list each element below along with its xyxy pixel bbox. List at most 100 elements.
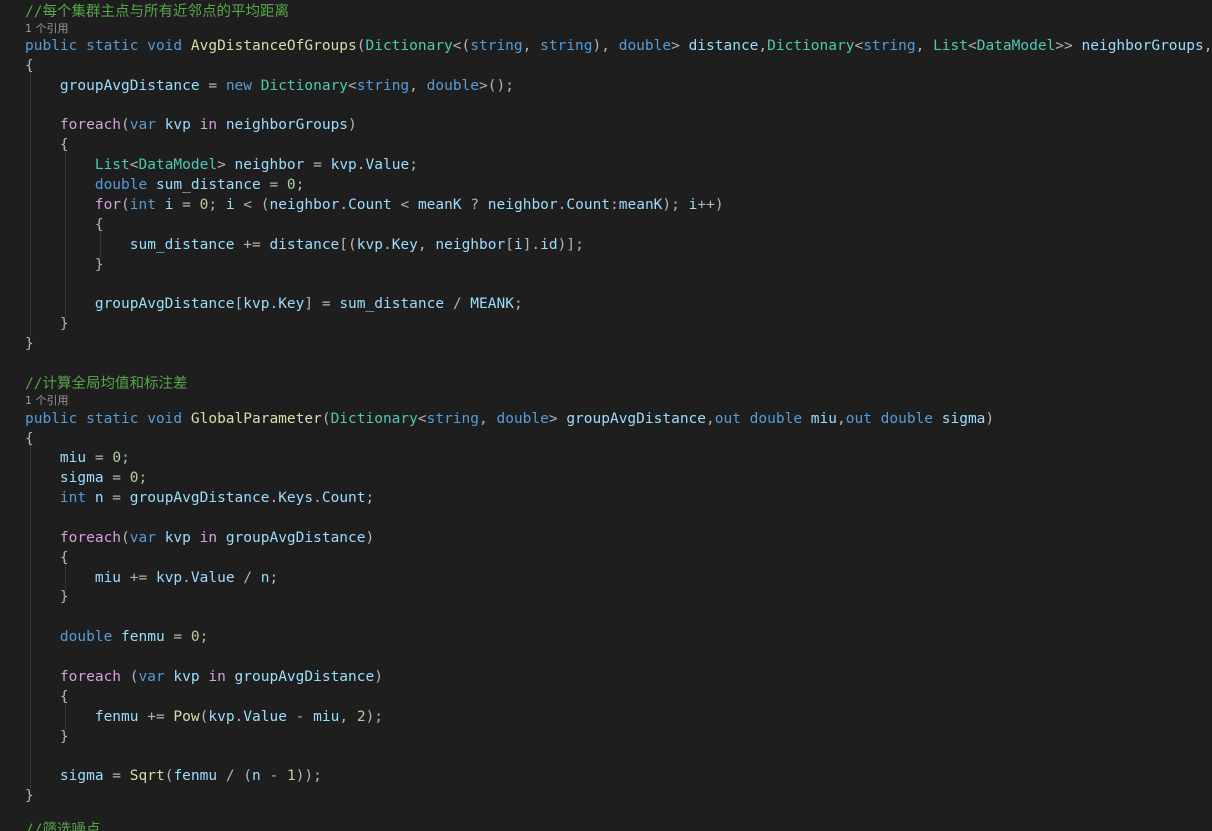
code-token: >> xyxy=(1055,38,1082,54)
code-token: void xyxy=(147,38,191,54)
code-token: kvp xyxy=(155,570,183,586)
code-line[interactable]: //计算全局均值和标注差 xyxy=(25,374,187,394)
code-token: ) xyxy=(348,117,357,133)
code-line[interactable]: { xyxy=(25,429,34,449)
code-token: DataModel xyxy=(976,38,1056,54)
code-token: = xyxy=(103,490,130,506)
code-token: Pow xyxy=(173,709,200,725)
code-line[interactable]: fenmu += Pow(kvp.Value - miu, 2); xyxy=(25,707,383,727)
code-token: public xyxy=(25,411,87,427)
code-token: double xyxy=(618,38,672,54)
code-line[interactable]: sigma = 0; xyxy=(25,468,147,488)
code-token: miu xyxy=(59,450,87,466)
code-token: = xyxy=(304,157,331,173)
code-token: Value xyxy=(190,570,235,586)
code-token: double xyxy=(749,411,811,427)
code-token: ) xyxy=(985,411,995,427)
code-token: } xyxy=(59,729,69,745)
code-line[interactable]: } xyxy=(25,786,34,806)
code-editor[interactable]: //每个集群主点与所有近邻点的平均距离 1 个引用 public static vo… xyxy=(0,0,1212,831)
code-token: sum_distance xyxy=(339,296,445,312)
code-token: foreach xyxy=(59,530,122,546)
code-line[interactable]: double sum_distance = 0; xyxy=(25,175,305,195)
code-line[interactable]: } xyxy=(25,255,104,275)
code-token: foreach xyxy=(59,669,130,685)
code-line[interactable]: foreach(var kvp in neighborGroups) xyxy=(25,115,357,135)
code-line[interactable]: } xyxy=(25,727,69,747)
code-line[interactable]: } xyxy=(25,587,69,607)
code-line[interactable]: miu = 0; xyxy=(25,448,130,468)
code-token: = xyxy=(260,177,287,193)
code-token: groupAvgDistance xyxy=(566,411,707,427)
code-line[interactable]: } xyxy=(25,314,69,334)
code-token: i xyxy=(225,197,235,213)
code-token: += xyxy=(234,237,270,253)
code-token: kvp xyxy=(173,669,209,685)
code-line[interactable]: sum_distance += distance[(kvp.Key, neigh… xyxy=(25,235,584,255)
codelens-reference-count[interactable]: 1 个引用 xyxy=(25,22,69,36)
code-line[interactable]: groupAvgDistance[kvp.Key] = sum_distance… xyxy=(25,294,523,314)
code-line[interactable]: public static void AvgDistanceOfGroups(D… xyxy=(25,36,1212,56)
code-line[interactable]: int n = groupAvgDistance.Keys.Count; xyxy=(25,488,374,508)
code-token: out xyxy=(845,411,881,427)
code-token: >(); xyxy=(479,78,514,94)
code-token: meanK xyxy=(618,197,663,213)
code-token: , xyxy=(409,78,427,94)
code-token: ( xyxy=(121,530,130,546)
code-token: var xyxy=(138,669,174,685)
code-token: += xyxy=(121,570,156,586)
code-token: ; xyxy=(365,490,375,506)
code-token: double xyxy=(426,78,480,94)
code-token: groupAvgDistance xyxy=(94,296,235,312)
code-token: var xyxy=(129,117,165,133)
code-token: MEANK xyxy=(470,296,514,312)
code-line[interactable]: foreach(var kvp in groupAvgDistance) xyxy=(25,528,374,548)
code-line[interactable]: { xyxy=(25,135,69,155)
code-token: < xyxy=(391,197,418,213)
code-line[interactable]: List<DataModel> neighbor = kvp.Value; xyxy=(25,155,418,175)
code-line[interactable]: double fenmu = 0; xyxy=(25,627,208,647)
code-token: Count xyxy=(321,490,366,506)
code-line[interactable]: //每个集群主点与所有近邻点的平均距离 xyxy=(25,2,289,22)
code-token: , xyxy=(479,411,497,427)
code-line[interactable]: public static void GlobalParameter(Dicti… xyxy=(25,409,994,429)
code-token: - xyxy=(260,768,287,784)
code-token: = xyxy=(164,629,191,645)
code-token: < xyxy=(967,38,977,54)
code-token: ; xyxy=(295,177,305,193)
code-line[interactable]: sigma = Sqrt(fenmu / (n - 1)); xyxy=(25,766,322,786)
code-line[interactable]: { xyxy=(25,687,69,707)
code-token: sigma xyxy=(59,470,104,486)
code-token: . xyxy=(313,490,322,506)
code-token: neighbor xyxy=(234,157,305,173)
codelens-reference-count[interactable]: 1 个引用 xyxy=(25,394,69,408)
code-line[interactable]: { xyxy=(25,56,34,76)
code-token: Keys xyxy=(278,490,314,506)
code-token: string xyxy=(470,38,523,54)
code-token: . xyxy=(356,157,366,173)
code-line[interactable]: } xyxy=(25,334,34,354)
code-line[interactable]: //筛选噪点 xyxy=(25,820,100,831)
code-token: sigma xyxy=(941,411,986,427)
code-line[interactable]: miu += kvp.Value / n; xyxy=(25,568,278,588)
code-token: < xyxy=(417,411,427,427)
code-token: Key xyxy=(278,296,305,312)
code-line[interactable]: { xyxy=(25,215,104,235)
code-line[interactable]: groupAvgDistance = new Dictionary<string… xyxy=(25,76,514,96)
code-token: [( xyxy=(339,237,357,253)
code-token: . xyxy=(339,197,349,213)
code-token: ( xyxy=(121,197,130,213)
code-line[interactable]: for(int i = 0; i < (neighbor.Count < mea… xyxy=(25,195,724,215)
code-line[interactable]: foreach (var kvp in groupAvgDistance) xyxy=(25,667,383,687)
code-token: 2 xyxy=(356,709,366,725)
code-line[interactable]: { xyxy=(25,548,69,568)
